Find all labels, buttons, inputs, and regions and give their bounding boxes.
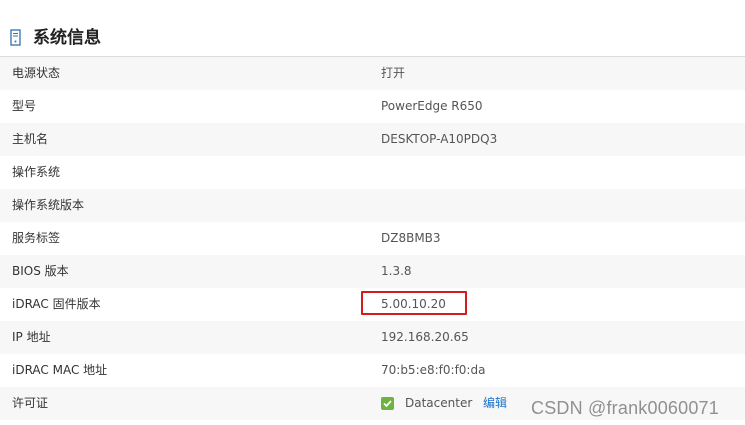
server-icon	[9, 29, 23, 47]
row-value: 192.168.20.65	[381, 330, 469, 344]
row-value: PowerEdge R650	[381, 99, 483, 113]
row-ip-address: IP 地址 192.168.20.65	[0, 321, 745, 354]
row-label: BIOS 版本	[12, 264, 69, 278]
license-value: Datacenter	[405, 396, 473, 410]
row-service-tag: 服务标签 DZ8BMB3	[0, 222, 745, 255]
row-label: iDRAC MAC 地址	[12, 363, 108, 377]
row-value: DZ8BMB3	[381, 231, 441, 245]
row-label: 电源状态	[12, 66, 61, 80]
row-model: 型号 PowerEdge R650	[0, 90, 745, 123]
row-label: 型号	[12, 99, 37, 113]
row-bios-version: BIOS 版本 1.3.8	[0, 255, 745, 288]
system-info-panel: 系统信息 电源状态 打开 型号 PowerEdge R650 主机名 DESKT…	[0, 0, 745, 425]
edit-license-link[interactable]: 编辑	[483, 387, 507, 420]
row-value: 打开	[381, 66, 406, 80]
license-check-icon	[381, 397, 394, 410]
section-header: 系统信息	[0, 22, 745, 57]
row-value: DESKTOP-A10PDQ3	[381, 132, 498, 146]
row-idrac-mac: iDRAC MAC 地址 70:b5:e8:f0:f0:da	[0, 354, 745, 387]
row-label: 服务标签	[12, 231, 61, 245]
row-os-version: 操作系统版本	[0, 189, 745, 222]
row-label: iDRAC 固件版本	[12, 297, 101, 311]
row-label: 操作系统版本	[12, 198, 85, 212]
row-label: 主机名	[12, 132, 49, 146]
row-label: 许可证	[12, 396, 49, 410]
info-table: 电源状态 打开 型号 PowerEdge R650 主机名 DESKTOP-A1…	[0, 57, 745, 420]
row-value: 5.00.10.20	[381, 297, 446, 311]
row-label: IP 地址	[12, 330, 51, 344]
row-hostname: 主机名 DESKTOP-A10PDQ3	[0, 123, 745, 156]
row-label: 操作系统	[12, 165, 61, 179]
watermark: CSDN @frank0060071	[531, 398, 719, 418]
row-os: 操作系统	[0, 156, 745, 189]
section-title: 系统信息	[33, 28, 101, 48]
row-value: 70:b5:e8:f0:f0:da	[381, 363, 486, 377]
row-idrac-firmware: iDRAC 固件版本 5.00.10.20	[0, 288, 745, 321]
row-power-state: 电源状态 打开	[0, 57, 745, 90]
row-value: 1.3.8	[381, 264, 412, 278]
